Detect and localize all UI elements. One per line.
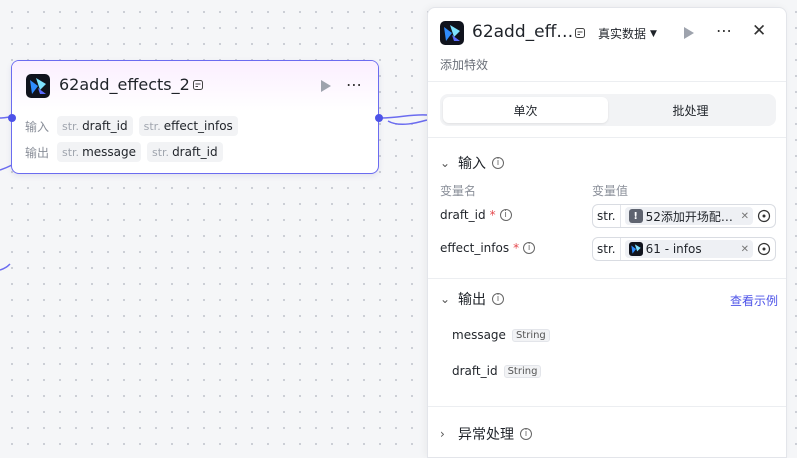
input-section-title: 输入 — [458, 156, 486, 172]
tab-batch[interactable]: 批处理 — [608, 97, 773, 123]
info-icon[interactable]: i — [492, 293, 504, 305]
node-header: 62add_effects_2 ⋯ — [12, 61, 378, 111]
var-name-effect-infos: effect_infos * i — [440, 241, 536, 255]
db-icon[interactable] — [192, 79, 204, 91]
input-section-header[interactable]: ⌄ 输入 i — [440, 153, 504, 173]
reference-chip[interactable]: 61 - infos ✕ — [624, 240, 753, 258]
variable-picker-icon[interactable] — [753, 242, 775, 256]
view-example-link[interactable]: 查看示例 — [730, 292, 778, 309]
plugin-logo-icon — [628, 242, 643, 256]
var-name-draft-id: draft_id * i — [440, 208, 512, 222]
db-icon[interactable] — [574, 27, 586, 39]
node-config-panel: 62add_eff… 真实数据 ▼ ⋯ ✕ 添加特效 单次 批处理 ⌄ 输入 i… — [427, 7, 787, 458]
run-mode-tabs: 单次 批处理 — [440, 94, 776, 126]
node-outputs-row: 输出 str. message str. draft_id — [25, 142, 223, 162]
edge-bottom-connection — [0, 263, 11, 271]
output-var-draft-id: draft_id String — [452, 364, 542, 378]
plugin-logo-icon — [26, 74, 50, 98]
node-output-tag: str. draft_id — [147, 142, 223, 162]
var-value-effect-infos[interactable]: str. 61 - infos ✕ — [592, 237, 776, 261]
output-var-message: message String — [452, 328, 550, 342]
output-port[interactable] — [375, 114, 383, 122]
run-icon[interactable] — [320, 79, 332, 93]
col-var-name: 变量名 — [440, 184, 477, 198]
node-input-tag: str. draft_id — [57, 116, 133, 136]
info-icon[interactable]: i — [499, 209, 512, 221]
dataset-label: 真实数据 — [598, 27, 647, 41]
divider — [428, 406, 786, 407]
type-badge: String — [503, 364, 542, 378]
panel-description: 添加特效 — [440, 58, 489, 72]
output-section-header[interactable]: ⌄ 输出 i — [440, 289, 504, 309]
reference-text: 52添加开场配… — [645, 209, 733, 224]
workflow-node[interactable]: 62add_effects_2 ⋯ 输入 str. draft_id str. ef… — [11, 60, 379, 174]
tab-single[interactable]: 单次 — [443, 97, 608, 123]
info-icon[interactable]: i — [520, 428, 532, 440]
node-inputs-label: 输入 — [25, 119, 50, 134]
type-label: str. — [593, 205, 621, 227]
chevron-right-icon: › — [440, 427, 445, 441]
var-value-draft-id[interactable]: str. ! 52添加开场配… ✕ — [592, 204, 776, 228]
plugin-logo-icon — [440, 21, 464, 45]
node-inputs-row: 输入 str. draft_id str. effect_infos — [25, 116, 238, 136]
info-icon[interactable]: i — [523, 242, 536, 254]
more-icon[interactable]: ⋯ — [346, 75, 363, 94]
type-badge: String — [511, 328, 550, 342]
divider — [428, 137, 786, 138]
clear-icon[interactable]: ✕ — [741, 211, 749, 222]
type-label: str. — [593, 238, 621, 260]
error-section-header[interactable]: › 异常处理 i — [440, 424, 532, 444]
input-port[interactable] — [8, 114, 16, 122]
close-icon[interactable]: ✕ — [752, 21, 766, 41]
col-var-value: 变量值 — [592, 184, 629, 198]
info-icon[interactable]: i — [492, 157, 504, 169]
clear-icon[interactable]: ✕ — [741, 244, 749, 255]
node-input-tag: str. effect_infos — [138, 116, 238, 136]
chevron-down-icon: ⌄ — [440, 292, 451, 306]
caret-down-icon: ▼ — [650, 28, 657, 39]
reference-chip[interactable]: ! 52添加开场配… ✕ — [624, 207, 753, 225]
dataset-dropdown[interactable]: 真实数据 ▼ — [598, 25, 657, 42]
chevron-down-icon: ⌄ — [440, 156, 451, 170]
reference-text: 61 - infos — [645, 242, 702, 256]
node-outputs-label: 输出 — [25, 145, 50, 160]
more-icon[interactable]: ⋯ — [716, 21, 733, 40]
run-icon[interactable] — [683, 26, 695, 40]
node-title: 62add_effects_2 — [59, 75, 190, 94]
variable-picker-icon[interactable] — [753, 209, 775, 223]
node-output-tag: str. message — [57, 142, 141, 162]
panel-header: 62add_eff… 真实数据 ▼ ⋯ ✕ 添加特效 — [428, 8, 786, 82]
warning-icon: ! — [628, 209, 643, 223]
workflow-canvas[interactable]: 62add_effects_2 ⋯ 输入 str. draft_id str. ef… — [0, 0, 797, 458]
divider — [428, 278, 786, 279]
error-section-title: 异常处理 — [458, 427, 514, 443]
output-section-title: 输出 — [458, 292, 486, 308]
panel-title: 62add_eff… — [472, 22, 574, 42]
edge-output-connection — [379, 114, 428, 126]
